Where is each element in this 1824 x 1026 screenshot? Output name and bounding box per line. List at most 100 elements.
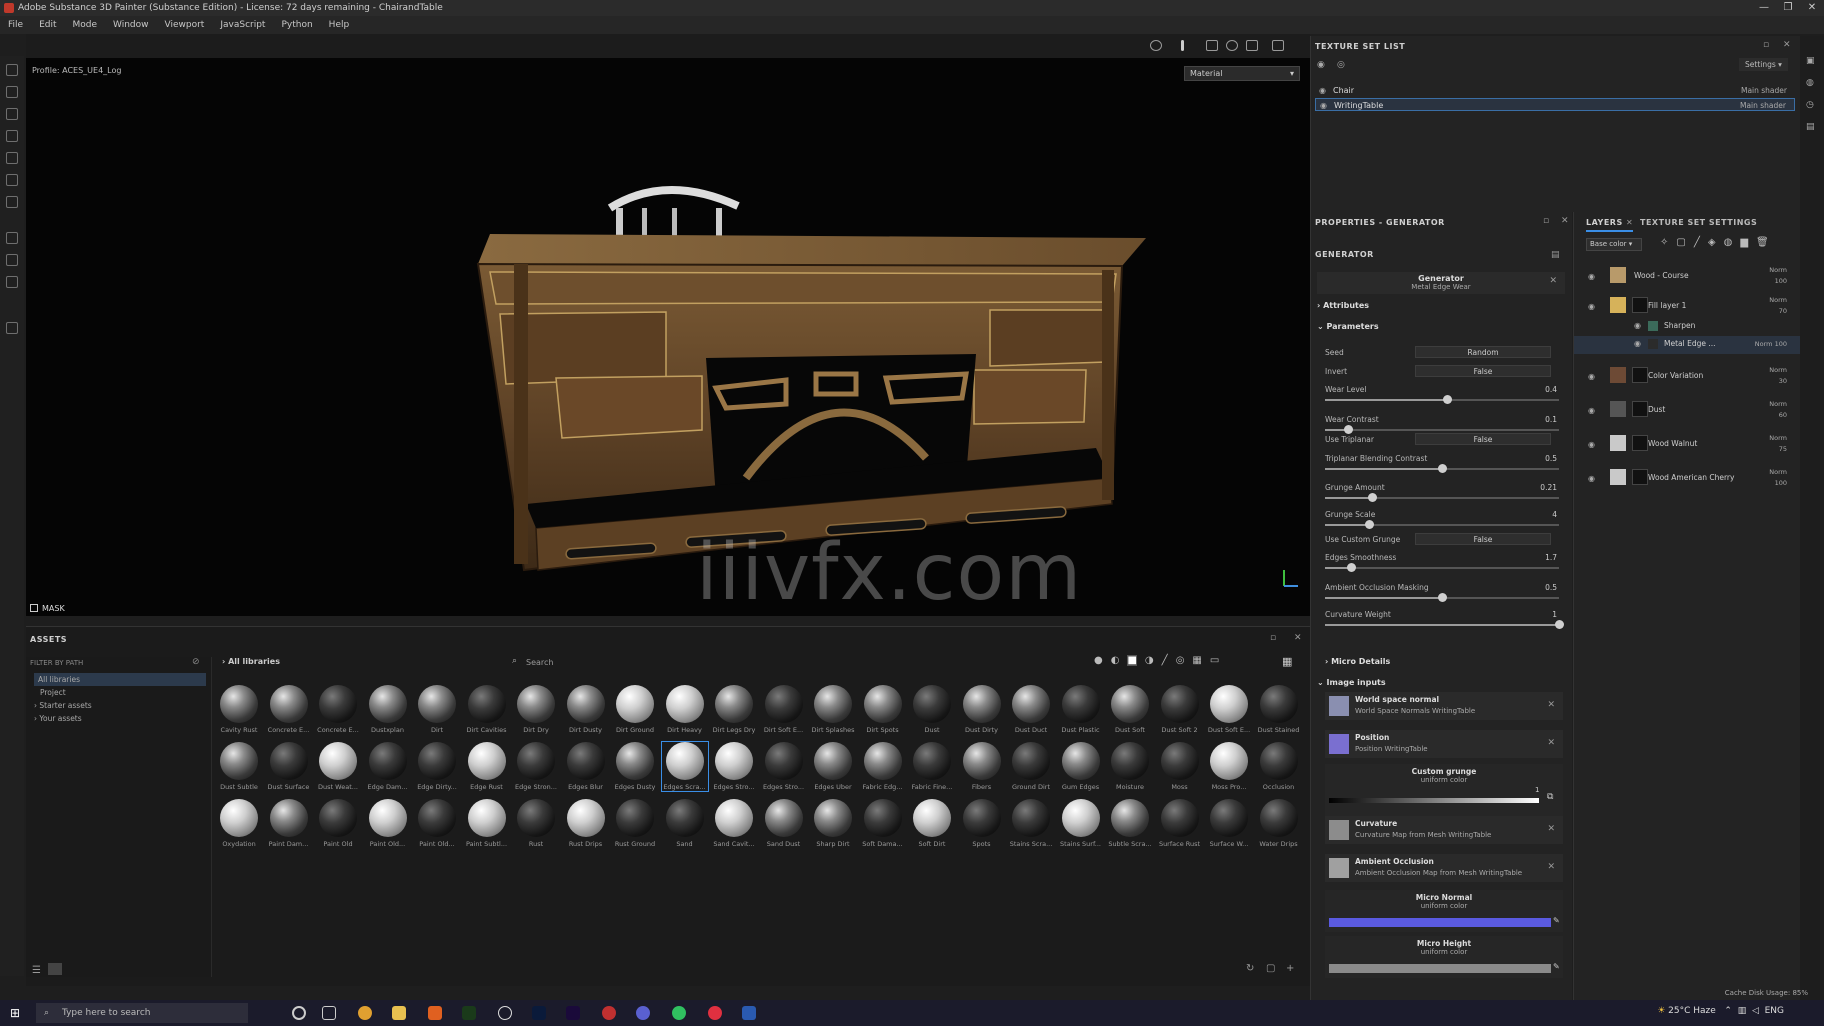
layer-opacity[interactable]: 100 [1775,479,1787,487]
layer-mask-thumbnail[interactable] [1632,297,1648,313]
layer-row[interactable]: ◉ Dust Norm 60 [1574,396,1801,426]
layer-blend-mode[interactable]: Norm [1769,266,1787,274]
asset-tile[interactable]: Moss Pro... [1206,742,1252,791]
param-value[interactable]: 4 [1552,510,1557,519]
layer-blend-opacity[interactable]: Norm 60 [1769,399,1787,421]
layer-visibility-eye-icon[interactable]: ◉ [1588,272,1595,281]
layer-opacity[interactable]: 75 [1779,445,1787,453]
3d-viewport[interactable]: Profile: ACES_UE4_Log Material ▾ iiivfx.… [26,58,1310,616]
smart-material-filter-icon[interactable]: ◐ [1111,655,1120,666]
texture-set-writingtable[interactable]: ◉ WritingTable Main shader [1315,98,1795,111]
layer-visibility-eye-icon[interactable]: ◉ [1634,321,1641,330]
folder-icon[interactable]: ▢ [1266,963,1275,974]
asset-tile[interactable]: Dust Subtle [216,742,262,791]
menu-viewport[interactable]: Viewport [165,20,205,30]
layer-blend-opacity[interactable]: Norm 30 [1769,365,1787,387]
asset-tile[interactable]: Edge Rust [464,742,510,791]
thumbnail-view-icon[interactable] [48,963,62,975]
layer-opacity[interactable]: 100 [1775,340,1787,348]
disable-icon[interactable] [1150,40,1162,51]
asset-tile[interactable]: Dust Plastic [1058,685,1104,734]
grunge-gradient-slider[interactable] [1329,798,1539,803]
layer-visibility-eye-icon[interactable]: ◉ [1634,339,1641,348]
asset-tile[interactable]: Rust [513,799,559,848]
asset-tile[interactable]: Concrete E... [266,685,312,734]
asset-tile[interactable]: Edges Dusty [612,742,658,791]
asset-tile[interactable]: Spots [959,799,1005,848]
display-settings-dock-icon[interactable]: ◍ [1806,78,1814,88]
render-mode-icon[interactable] [1206,40,1218,51]
micro-height-color-swatch[interactable] [1329,964,1551,973]
close-button[interactable]: ✕ [1800,0,1824,16]
file-explorer-icon[interactable] [392,1006,406,1020]
picker-tool-icon[interactable] [6,196,18,208]
param-slider-handle[interactable] [1555,620,1564,629]
param-value[interactable]: 1 [1552,610,1557,619]
picker-icon[interactable]: ⧉ [1547,792,1553,802]
asset-tile[interactable]: Paint Old [315,799,361,848]
asset-tile[interactable]: Dirt Heavy [662,685,708,734]
layer-blend-mode[interactable]: Norm [1755,340,1773,348]
tree-all-libraries[interactable]: All libraries [38,675,80,684]
asset-tile[interactable]: Oxydation [216,799,262,848]
shader-dock-icon[interactable]: ▤ [1806,122,1815,132]
texture-filter-icon[interactable]: ▦ [1192,655,1201,666]
layer-opacity[interactable]: 60 [1779,411,1787,419]
param-dropdown[interactable]: False [1415,433,1551,445]
eye-icon[interactable]: ◉ [1317,60,1325,70]
micro-normal-input[interactable]: Micro Normal uniform color ✎ [1325,890,1563,932]
asset-tile[interactable]: Stains Surf... [1058,799,1104,848]
network-icon[interactable]: ▥ [1738,1006,1747,1016]
param-slider-handle[interactable] [1365,520,1375,529]
micro-details-section[interactable]: › Micro Details [1325,657,1390,666]
asset-tile[interactable]: Moisture [1107,742,1153,791]
param-slider-handle[interactable] [1438,593,1447,602]
bake-icon[interactable] [6,232,18,244]
layer-blend-mode[interactable]: Norm [1769,366,1787,374]
asset-tile[interactable]: Ground Dirt [1008,742,1054,791]
tree-project[interactable]: Project [40,688,66,697]
param-slider-track[interactable] [1325,497,1559,499]
maximize-panel-icon[interactable]: ▫ [1763,40,1769,50]
add-group-icon[interactable]: ◍ [1724,237,1733,248]
screenshot-icon[interactable] [1272,40,1284,51]
visibility-eye-icon[interactable]: ◉ [1320,99,1327,112]
asset-tile[interactable]: Fabric Edg... [860,742,906,791]
layer-row[interactable]: ◉ Color Variation Norm 30 [1574,362,1801,392]
menu-javascript[interactable]: JavaScript [220,20,265,30]
ambient-occlusion-input[interactable]: Ambient Occlusion Ambient Occlusion Map … [1325,854,1563,882]
refresh-icon[interactable]: ↻ [1246,963,1254,974]
asset-tile[interactable]: Sand Cavit... [711,799,757,848]
add-paint-layer-icon[interactable]: ╱ [1694,237,1700,248]
menu-python[interactable]: Python [281,20,312,30]
paint-tool-icon[interactable] [6,64,18,76]
remove-input-icon[interactable]: ✕ [1547,824,1555,834]
param-slider-handle[interactable] [1344,425,1354,434]
asset-tile[interactable]: Sharp Dirt [810,799,856,848]
blender-icon[interactable] [428,1006,442,1020]
davinci-icon[interactable] [602,1006,616,1020]
asset-tile[interactable]: Dust Stained [1256,685,1302,734]
layer-mask-thumbnail[interactable] [1632,401,1648,417]
asset-tile[interactable]: Rust Ground [612,799,658,848]
pause-icon[interactable] [1181,40,1184,51]
asset-tile[interactable]: Soft Dama... [860,799,906,848]
mask-toggle[interactable]: MASK [30,604,65,613]
custom-grunge-input[interactable]: Custom grunge uniform color 1 ⧉ [1325,764,1563,822]
asset-tile[interactable]: Rust Drips [563,799,609,848]
layer-blend-opacity[interactable]: Norm 100 [1769,265,1787,287]
clone-tool-icon[interactable] [6,174,18,186]
particle-filter-icon[interactable]: ◎ [1176,655,1185,666]
eyedropper-icon[interactable]: ✎ [1553,916,1560,925]
asset-tile[interactable]: Edge Dam... [365,742,411,791]
asset-tile[interactable]: Sand [662,799,708,848]
task-view-icon[interactable] [322,1006,336,1020]
layer-blend-opacity[interactable]: Norm 100 [1769,467,1787,489]
param-value[interactable]: 0.5 [1545,454,1557,463]
layer-blend-mode[interactable]: Norm [1769,296,1787,304]
asset-tile[interactable]: Dust Weat... [315,742,361,791]
history-dock-icon[interactable]: ◷ [1806,100,1814,110]
menu-file[interactable]: File [8,20,23,30]
asset-tile[interactable]: Cavity Rust [216,685,262,734]
asset-tile[interactable]: Dirt Soft E... [761,685,807,734]
